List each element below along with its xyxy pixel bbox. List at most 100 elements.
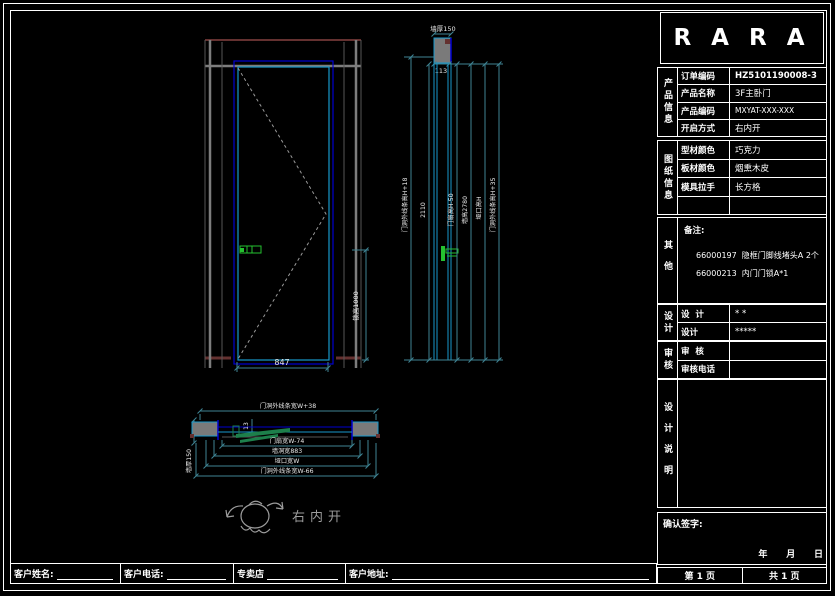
info-row: 设 计 * * <box>678 305 826 323</box>
other-section: 其他 备注: 66000197 隐框门脚线堵头A 2个 66000213 内门门… <box>657 217 827 304</box>
drawing-info-section-label: 图纸信息 <box>658 141 678 214</box>
field-value: ***** <box>730 323 826 340</box>
door-elevation: 847 锁高1000 <box>205 40 369 372</box>
door-leaf-outer <box>234 61 333 364</box>
plan-outer-width-dim-text: 门洞外线条宽W+38 <box>260 402 316 410</box>
field-label: 设计 <box>678 323 730 340</box>
info-row: 审 核 <box>678 342 826 361</box>
product-info-section: 产品信息 订单编码 HZ5101190008-3 产品名称 3F主卧门 产品编码… <box>657 67 827 137</box>
customer-address-label: 客户地址: <box>349 567 389 580</box>
height-dim-text: 2110 <box>420 202 427 218</box>
plan-right-jamb <box>352 420 380 440</box>
plan-width-dim-text: 垭口宽W <box>275 457 300 465</box>
signature-box: 确认签字: 年 月 日 <box>658 513 826 564</box>
customer-phone-blank <box>167 568 226 580</box>
section-hinges <box>441 246 458 261</box>
signature-label: 确认签字: <box>663 517 703 530</box>
field-value: 巧克力 <box>730 141 826 159</box>
notes-box: 备注: 66000197 隐框门脚线堵头A 2个 66000213 内门门锁A*… <box>678 218 826 303</box>
door-leaf-inner <box>238 67 329 360</box>
field-value <box>730 361 826 379</box>
head-profile-seal <box>445 39 451 44</box>
field-value: 长方格 <box>730 178 826 196</box>
field-label: 产品编码 <box>678 103 730 119</box>
other-section-label: 其他 <box>658 218 678 303</box>
page-footer: 第 1 页 共 1 页 <box>657 567 827 584</box>
note-label: 备注: <box>684 224 704 236</box>
field-label: 模具拉手 <box>678 178 730 196</box>
field-label <box>678 197 730 215</box>
field-label: 产品名称 <box>678 85 730 101</box>
info-row: 开启方式 右内开 <box>678 120 826 136</box>
field-label: 型材颜色 <box>678 141 730 159</box>
plan-width-dim-text: 墙洞宽883 <box>272 447 302 455</box>
swing-dashed-lines <box>238 68 326 359</box>
info-row: 模具拉手 长方格 <box>678 178 826 197</box>
height-dim-text: 门洞外线条高H+18 <box>401 178 409 233</box>
swing-direction-symbol <box>226 501 283 533</box>
field-value: * * <box>730 305 826 322</box>
customer-name-cell: 客户姓名: <box>11 564 121 583</box>
height-dim-text: 垭口高H <box>475 196 483 220</box>
store-cell: 专卖店 <box>234 564 346 583</box>
store-blank <box>267 568 338 580</box>
plan-width-dim-text: 门洞外线条宽W-66 <box>260 467 313 475</box>
info-row: 产品编码 MXYAT-XXX-XXX <box>678 103 826 120</box>
note-item: 66000213 内门门锁A*1 <box>696 268 788 279</box>
customer-name-label: 客户姓名: <box>14 567 54 580</box>
info-row: 型材颜色 巧克力 <box>678 141 826 160</box>
frame-thin-lines <box>205 40 361 368</box>
design-notes-box <box>678 380 826 507</box>
field-value <box>730 342 826 360</box>
design-notes-section-label: 设计说明 <box>658 380 678 507</box>
field-label: 板材颜色 <box>678 160 730 178</box>
design-section: 设计 设 计 * * 设计 ***** <box>657 304 827 341</box>
door-vertical-section: 墙厚150 113 门洞外线条高H+18 2110 门扇高H-50 墙高2 <box>401 24 503 363</box>
customer-strip: 客户姓名: 客户电话: 专卖店 客户地址: <box>10 563 657 584</box>
customer-address-blank <box>392 568 649 580</box>
field-value: HZ5101190008-3 <box>730 68 826 84</box>
customer-phone-cell: 客户电话: <box>121 564 234 583</box>
lock-height-dim-text: 锁高1000 <box>351 291 360 321</box>
field-value <box>730 197 826 215</box>
review-section: 审核 审 核 审核电话 <box>657 341 827 379</box>
wall-thickness-dim-text: 墙厚150 <box>430 24 455 33</box>
design-notes-section: 设计说明 <box>657 379 827 508</box>
field-value: MXYAT-XXX-XXX <box>730 103 826 119</box>
field-value: 3F主卧门 <box>730 85 826 101</box>
field-value: 烟熏木皮 <box>730 160 826 178</box>
product-info-section-label: 产品信息 <box>658 68 678 136</box>
info-row: 板材颜色 烟熏木皮 <box>678 160 826 179</box>
cad-sheet: 847 锁高1000 墙厚150 113 <box>0 0 835 596</box>
hinge-offset-dim-text: 13 <box>243 422 250 430</box>
field-value: 右内开 <box>730 120 826 136</box>
page-number: 第 1 页 <box>658 568 743 583</box>
height-dim-text: 门扇高H-50 <box>447 193 455 226</box>
door-handle <box>240 246 261 253</box>
height-dim-text: 门洞外线条高H+35 <box>489 178 497 233</box>
swing-direction-label: 右内开 <box>292 509 346 525</box>
info-row: 设计 ***** <box>678 323 826 340</box>
info-row: 审核电话 <box>678 361 826 379</box>
brand-logo: R A R A <box>660 12 824 64</box>
height-dim-text: 墙高2780 <box>461 196 469 224</box>
plan-width-dim-text: 门扇宽W-74 <box>270 437 305 445</box>
plan-wall-thickness-dim-text: 墙厚150 <box>185 449 193 473</box>
customer-phone-label: 客户电话: <box>124 567 164 580</box>
field-label: 订单编码 <box>678 68 730 84</box>
info-row: 产品名称 3F主卧门 <box>678 85 826 102</box>
field-label: 审 核 <box>678 342 730 360</box>
signature-section: 确认签字: 年 月 日 <box>657 512 827 565</box>
frame-thick-lines <box>205 40 361 368</box>
review-section-label: 审核 <box>658 342 678 378</box>
drawing-info-section: 图纸信息 型材颜色 巧克力 板材颜色 烟熏木皮 模具拉手 长方格 <box>657 140 827 215</box>
elevation-width-dim-text: 847 <box>274 358 289 367</box>
field-label: 开启方式 <box>678 120 730 136</box>
page-total: 共 1 页 <box>743 568 827 583</box>
field-label: 设 计 <box>678 305 730 322</box>
info-row <box>678 197 826 215</box>
title-block: R A R A 产品信息 订单编码 HZ5101190008-3 产品名称 3F… <box>657 10 827 584</box>
signature-date-line: 年 月 日 <box>758 547 823 560</box>
design-section-label: 设计 <box>658 305 678 340</box>
customer-address-cell: 客户地址: <box>346 564 656 583</box>
